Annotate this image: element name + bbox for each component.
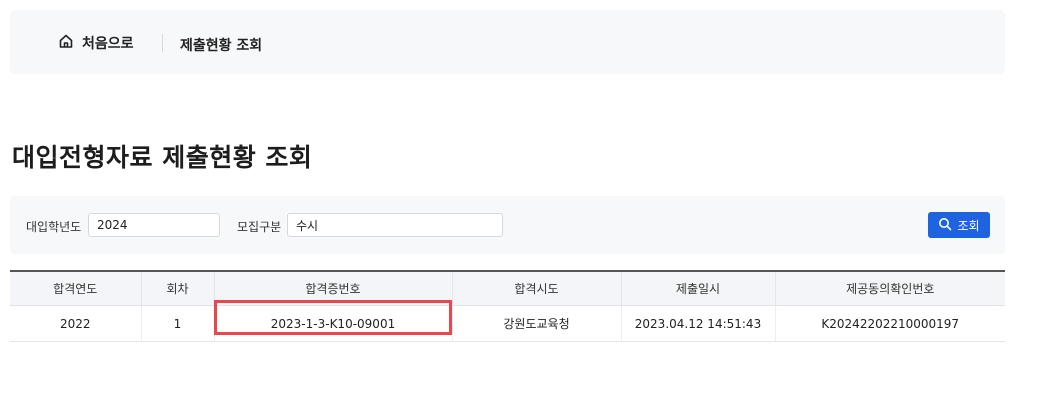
search-button[interactable]: 조회 bbox=[928, 212, 990, 238]
breadcrumb: 처음으로 제출현황 조회 bbox=[10, 10, 1005, 74]
home-icon bbox=[58, 33, 74, 53]
year-label: 대입학년도 bbox=[26, 220, 82, 234]
cell-certificate-number: 2023-1-3-K10-09001 bbox=[213, 305, 452, 342]
page-title: 대입전형자료 제출현황 조회 bbox=[12, 143, 313, 172]
column-header-consent-number: 제공동의확인번호 bbox=[774, 270, 1005, 306]
search-button-label: 조회 bbox=[957, 218, 980, 233]
breadcrumb-current: 제출현황 조회 bbox=[180, 38, 263, 54]
cell-region: 강원도교육청 bbox=[451, 305, 621, 342]
category-field[interactable] bbox=[287, 213, 503, 237]
cell-round: 1 bbox=[140, 305, 214, 342]
table-row[interactable]: 2022 1 2023-1-3-K10-09001 강원도교육청 2023.04… bbox=[10, 305, 1005, 342]
home-label: 처음으로 bbox=[82, 36, 134, 52]
cell-year: 2022 bbox=[10, 305, 141, 342]
column-header-certificate-number: 합격증번호 bbox=[213, 270, 452, 306]
cell-submitted-at: 2023.04.12 14:51:43 bbox=[620, 305, 775, 342]
search-icon bbox=[938, 217, 952, 234]
column-header-round: 회차 bbox=[140, 270, 214, 306]
search-panel: 대입학년도 모집구분 조회 bbox=[10, 196, 1005, 254]
table-header-row: 합격연도 회차 합격증번호 합격시도 제출일시 제공동의확인번호 bbox=[10, 270, 1005, 306]
column-header-year: 합격연도 bbox=[10, 270, 141, 306]
column-header-submitted-at: 제출일시 bbox=[620, 270, 775, 306]
home-link[interactable]: 처음으로 bbox=[58, 33, 134, 53]
results-table: 합격연도 회차 합격증번호 합격시도 제출일시 제공동의확인번호 2022 1 … bbox=[10, 270, 1005, 342]
breadcrumb-divider bbox=[162, 34, 163, 52]
column-header-region: 합격시도 bbox=[451, 270, 621, 306]
cell-consent-number: K20242202210000197 bbox=[774, 305, 1005, 342]
category-label: 모집구분 bbox=[237, 220, 282, 234]
year-field[interactable] bbox=[88, 213, 220, 237]
